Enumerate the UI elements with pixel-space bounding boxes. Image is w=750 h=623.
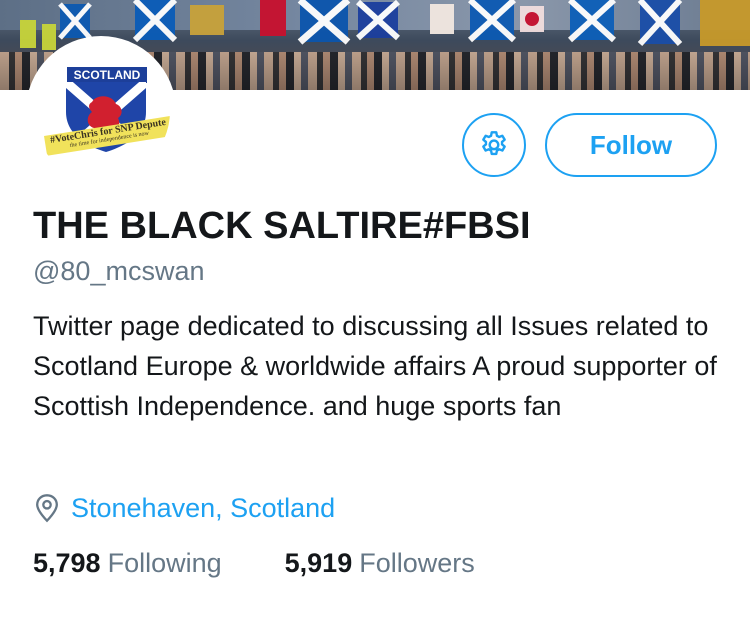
following-stat[interactable]: 5,798 Following [33, 548, 222, 579]
profile-avatar[interactable]: SCOTLAND #VoteChris for SNP Depute the t… [26, 36, 176, 186]
profile-bio: Twitter page dedicated to discussing all… [33, 311, 717, 421]
follow-button[interactable]: Follow [545, 113, 717, 177]
user-handle: @80_mcswan [33, 256, 205, 286]
profile-stats: 5,798 Following 5,919 Followers [33, 548, 475, 579]
following-label: Following [107, 548, 222, 578]
profile-location: Stonehaven, Scotland [33, 490, 335, 526]
location-link[interactable]: Stonehaven, Scotland [71, 493, 335, 524]
following-count: 5,798 [33, 548, 101, 578]
avatar-image: SCOTLAND #VoteChris for SNP Depute the t… [32, 42, 170, 180]
location-pin-icon [36, 494, 58, 523]
followers-stat[interactable]: 5,919 Followers [285, 548, 475, 579]
settings-button[interactable] [462, 113, 526, 177]
followers-count: 5,919 [284, 548, 353, 578]
gear-icon [482, 131, 506, 156]
display-name: THE BLACK SALTIRE#FBSI [33, 205, 531, 247]
followers-label: Followers [359, 548, 475, 578]
